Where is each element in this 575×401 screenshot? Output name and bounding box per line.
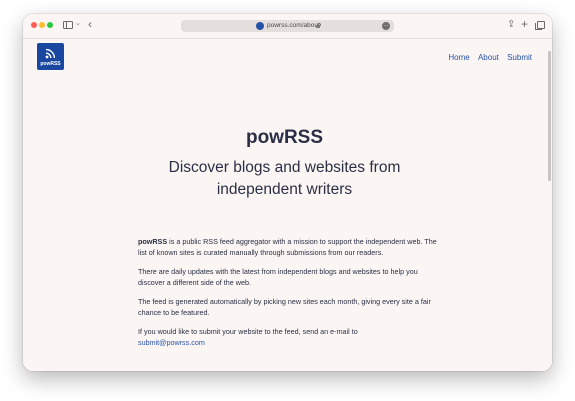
- nav-about-link[interactable]: About: [478, 53, 499, 62]
- main-nav: Home About Submit: [442, 53, 532, 63]
- browser-window: ⌄ ‹ powrss.com/about … ⇪ + powRSS Home A…: [23, 14, 552, 371]
- nav-submit-link[interactable]: Submit: [507, 53, 532, 62]
- minimize-window-button[interactable]: [39, 22, 45, 28]
- rss-icon: [45, 48, 56, 59]
- site-favicon-icon: [256, 22, 264, 30]
- submit-email-link[interactable]: submit@powrss.com: [138, 338, 205, 347]
- page-title: powRSS: [245, 126, 324, 148]
- brand-name: powRSS: [138, 237, 168, 246]
- nav-home-link[interactable]: Home: [448, 53, 469, 62]
- browser-toolbar: ⌄ ‹ powrss.com/about … ⇪ +: [23, 14, 552, 39]
- sidebar-toggle-icon[interactable]: [63, 21, 73, 29]
- about-paragraph-3: The feed is generated automatically by p…: [138, 296, 431, 318]
- about-paragraph-1-text: is a public RSS feed aggregator with a m…: [138, 237, 437, 258]
- tabs-overview-icon[interactable]: [535, 21, 545, 30]
- site-logo[interactable]: powRSS: [37, 43, 64, 70]
- page-tagline: Discover blogs and websites from indepen…: [168, 159, 401, 198]
- more-icon[interactable]: …: [382, 22, 390, 30]
- back-arrow-icon[interactable]: ‹: [88, 17, 92, 31]
- about-paragraph-4: If you would like to submit your website…: [138, 326, 438, 348]
- about-text: powRSS is a public RSS feed aggregator w…: [138, 236, 438, 356]
- address-bar[interactable]: powrss.com/about …: [181, 20, 394, 32]
- share-icon[interactable]: ⇪: [507, 18, 515, 32]
- about-paragraph-1: powRSS is a public RSS feed aggregator w…: [138, 236, 438, 258]
- about-paragraph-2: There are daily updates with the latest …: [138, 266, 418, 288]
- about-paragraph-4-text: If you would like to submit your website…: [138, 326, 358, 336]
- lock-icon: [316, 22, 321, 28]
- page-content: powRSS Home About Submit powRSS Discover…: [23, 39, 552, 371]
- scrollbar[interactable]: [548, 51, 551, 181]
- close-window-button[interactable]: [31, 22, 37, 28]
- url-text[interactable]: powrss.com/about: [267, 21, 320, 31]
- chevron-down-icon[interactable]: ⌄: [75, 19, 81, 29]
- logo-text: powRSS: [40, 61, 61, 67]
- new-tab-plus-icon[interactable]: +: [521, 17, 528, 31]
- zoom-window-button[interactable]: [47, 22, 53, 28]
